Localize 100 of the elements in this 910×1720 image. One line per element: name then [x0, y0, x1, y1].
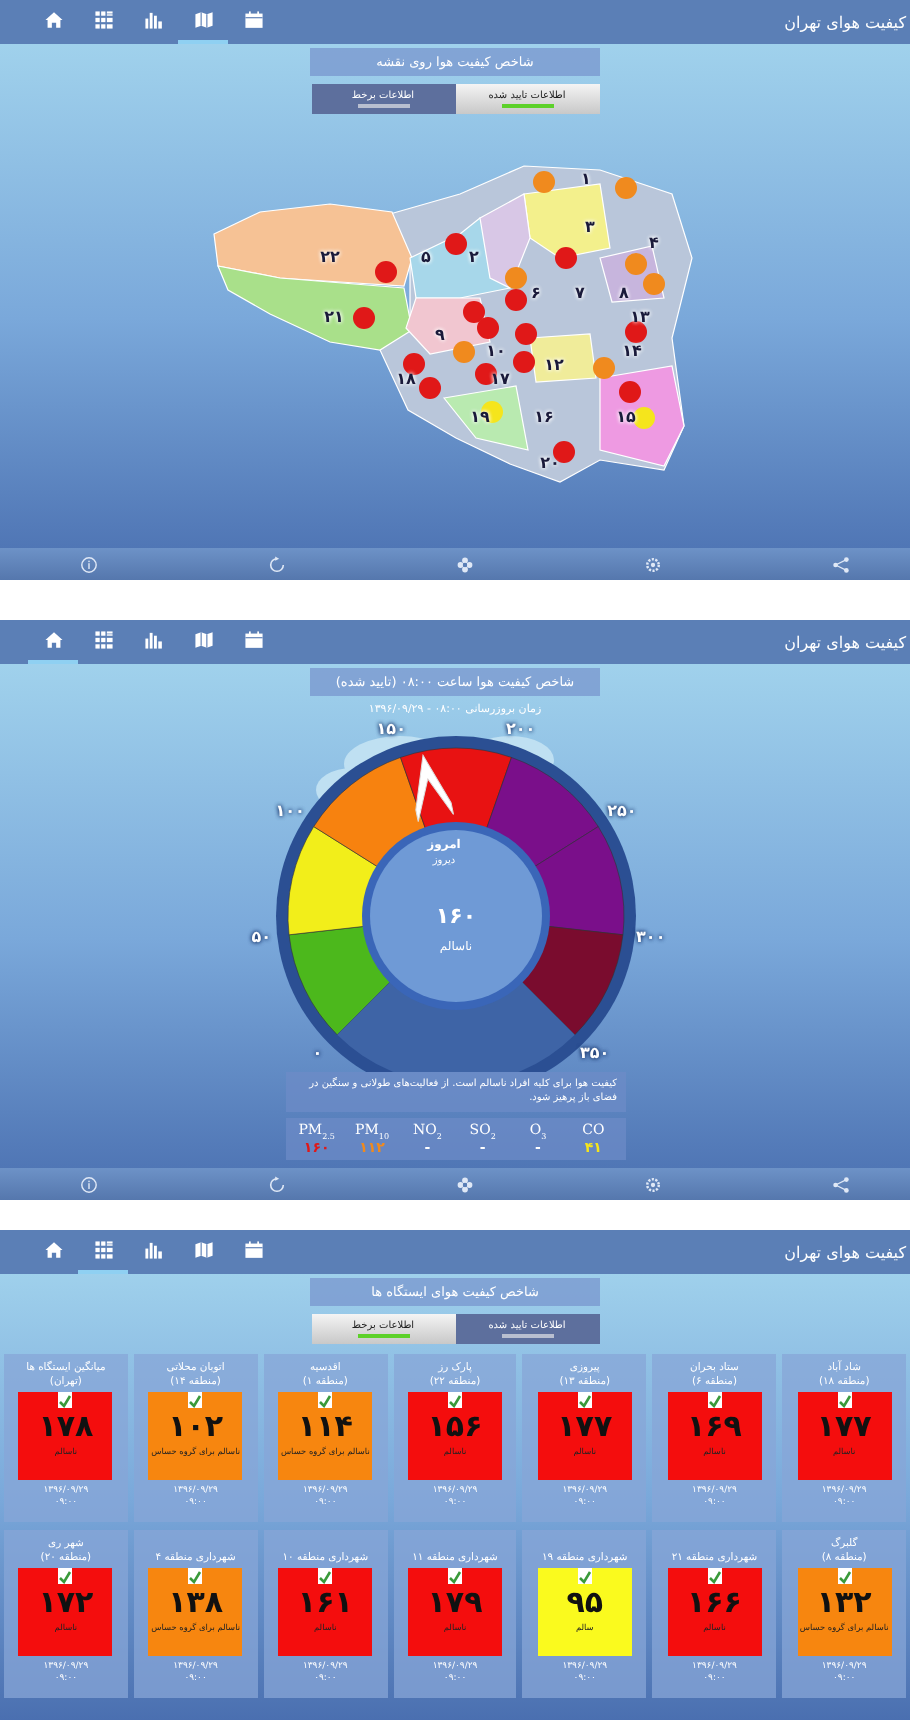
bar-chart-icon [143, 1240, 163, 1260]
aqi-value: ۱۷۷ [816, 1412, 872, 1442]
logo-icon [58, 1392, 73, 1408]
district-number: ۹ [435, 328, 445, 344]
station-marker[interactable] [619, 381, 641, 403]
station-marker[interactable] [615, 177, 637, 199]
district-number: ۲۲ [320, 250, 340, 266]
logo-icon [448, 1392, 463, 1408]
home-icon [43, 10, 63, 30]
aqi-value: ۹۵ [566, 1588, 604, 1618]
station-marker[interactable] [453, 341, 475, 363]
share-icon[interactable] [832, 1175, 850, 1193]
gauge-tick-label: ۲۵۰ [607, 803, 637, 820]
district-number: ۱۰ [486, 344, 506, 360]
district-number: ۷ [575, 286, 585, 302]
gauge-tick-label: ۲۰۰ [506, 722, 536, 739]
aqi-value: ۱۷۲ [38, 1588, 94, 1618]
share-icon[interactable] [832, 555, 850, 573]
logo-icon [318, 1392, 333, 1408]
refresh-icon[interactable] [268, 1175, 286, 1193]
refresh-icon[interactable] [268, 555, 286, 573]
calendar-icon [243, 10, 263, 30]
district-number: ۸ [619, 286, 629, 302]
aqi-value: ۱۶۱ [297, 1588, 353, 1618]
aqi-value: ۱۶۰ [435, 905, 477, 927]
district-number: ۱۷ [490, 372, 510, 388]
logo-icon [837, 1392, 852, 1408]
gauge-tick-label: ۱۵۰ [376, 722, 406, 739]
logo-icon [188, 1392, 203, 1408]
gauge-tick-label: ۳۰۰ [636, 929, 666, 946]
district-number: ۱۸ [396, 372, 416, 388]
district-number: ۱۴ [622, 344, 642, 360]
logo-icon [707, 1392, 722, 1408]
station-marker[interactable] [513, 351, 535, 373]
flower-icon[interactable] [456, 1175, 474, 1193]
aqi-value: ۱۱۴ [297, 1412, 353, 1442]
station-marker[interactable] [403, 353, 425, 375]
aqi-value: ۱۶۶ [687, 1588, 742, 1618]
district-number: ۴ [649, 236, 659, 252]
app-title: کیفیت هوای تهران [784, 13, 908, 31]
logo-icon [318, 1568, 333, 1584]
station-marker[interactable] [625, 253, 647, 275]
calendar-icon [243, 1240, 263, 1260]
aqi-value: ۱۳۸ [168, 1588, 224, 1618]
logo-icon [707, 1568, 722, 1584]
info-icon[interactable] [80, 1175, 98, 1193]
aqi-value: ۱۰۲ [168, 1412, 224, 1442]
home-icon [43, 630, 63, 650]
station-marker[interactable] [593, 357, 615, 379]
gear-icon[interactable] [644, 1175, 662, 1193]
aqi-value: ۱۷۸ [38, 1412, 94, 1442]
station-marker[interactable] [477, 317, 499, 339]
aqi-value: ۱۷۷ [557, 1412, 613, 1442]
station-marker[interactable] [515, 323, 537, 345]
station-marker[interactable] [419, 377, 441, 399]
logo-icon [448, 1568, 463, 1584]
station-marker[interactable] [555, 247, 577, 269]
station-marker[interactable] [463, 301, 485, 323]
app-title: کیفیت هوای تهران [784, 1243, 908, 1261]
gauge-tick-label: ۱۰۰ [275, 803, 305, 820]
district-number: ۲۰ [540, 456, 560, 472]
logo-icon [577, 1392, 592, 1408]
station-marker[interactable] [505, 267, 527, 289]
district-number: ۱۲ [544, 358, 564, 374]
gauge-tick-label: ۵۰ [251, 929, 271, 946]
grid-icon [93, 630, 113, 650]
station-marker[interactable] [533, 171, 555, 193]
app-title: کیفیت هوای تهران [784, 633, 908, 651]
district-number: ۵ [421, 250, 431, 266]
district-number: ۳ [585, 220, 595, 236]
logo-icon [58, 1568, 73, 1584]
station-marker[interactable] [445, 233, 467, 255]
station-marker[interactable] [643, 273, 665, 295]
info-icon[interactable] [80, 555, 98, 573]
map-icon [193, 10, 213, 30]
station-marker[interactable] [625, 321, 647, 343]
station-marker[interactable] [633, 407, 655, 429]
aqi-value: ۱۵۶ [427, 1412, 483, 1442]
map-icon [193, 630, 213, 650]
station-marker[interactable] [353, 307, 375, 329]
aqi-value: ۱۳۲ [816, 1588, 872, 1618]
calendar-icon [243, 630, 263, 650]
station-marker[interactable] [375, 261, 397, 283]
gauge-tick-label: ۳۵۰ [579, 1046, 610, 1063]
bar-chart-icon [143, 10, 163, 30]
gauge-tick-label: ۰ [312, 1046, 323, 1063]
station-marker[interactable] [553, 441, 575, 463]
home-icon [43, 1240, 63, 1260]
district-number: ۱۶ [534, 410, 554, 426]
district-number: ۲۱ [324, 310, 344, 326]
station-marker[interactable] [505, 289, 527, 311]
gear-icon[interactable] [644, 555, 662, 573]
district-number: ۶ [531, 286, 541, 302]
flower-icon[interactable] [456, 555, 474, 573]
grid-icon [93, 10, 113, 30]
logo-icon [188, 1568, 203, 1584]
district-number: ۱۳ [630, 310, 650, 326]
logo-icon [577, 1568, 592, 1584]
aqi-value: ۱۶۹ [687, 1412, 742, 1442]
logo-icon [837, 1568, 852, 1584]
